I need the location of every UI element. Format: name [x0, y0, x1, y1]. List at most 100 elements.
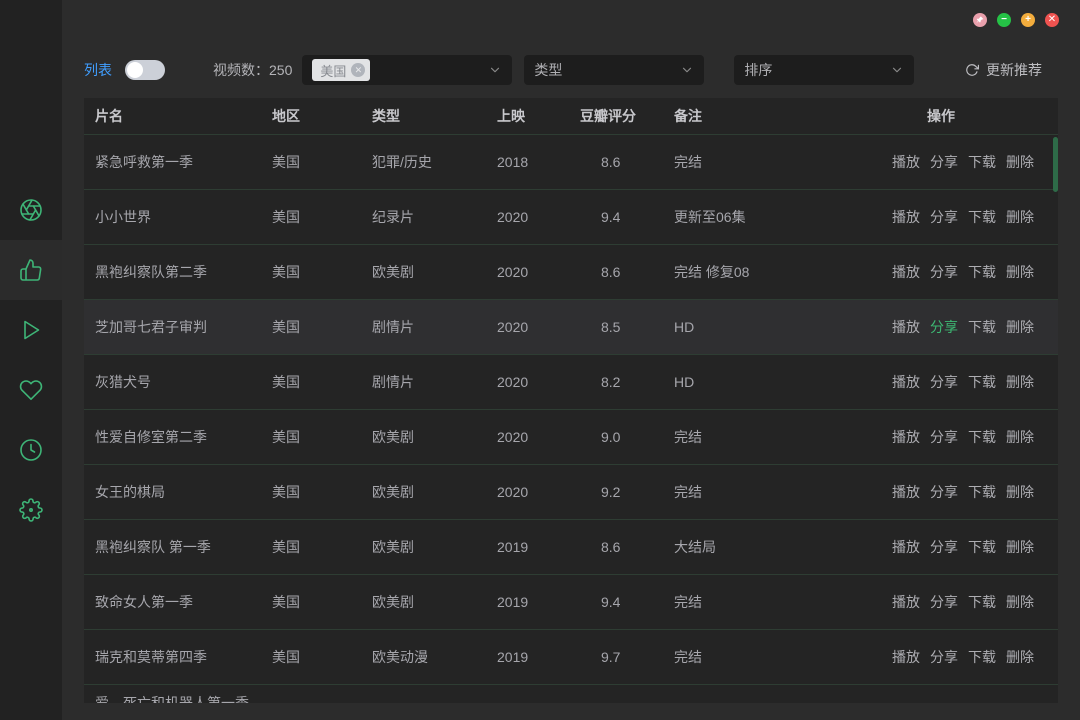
- cell-type: 剧情片: [372, 317, 497, 337]
- cell-region: 美国: [272, 537, 372, 557]
- play-action[interactable]: 播放: [892, 592, 920, 612]
- download-action[interactable]: 下载: [968, 262, 996, 282]
- table-row[interactable]: 黑袍纠察队第二季 美国 欧美剧 2020 8.6 完结 修复08 播放分享下载删…: [84, 245, 1058, 300]
- download-action[interactable]: 下载: [968, 427, 996, 447]
- download-action[interactable]: 下载: [968, 482, 996, 502]
- delete-action[interactable]: 删除: [1006, 372, 1034, 392]
- play-action[interactable]: 播放: [892, 647, 920, 667]
- play-action[interactable]: 播放: [892, 262, 920, 282]
- cell-year: 2020: [497, 374, 580, 390]
- cell-note: 完结: [674, 482, 854, 502]
- share-action[interactable]: 分享: [930, 262, 958, 282]
- download-action[interactable]: 下载: [968, 317, 996, 337]
- sort-filter-label: 排序: [744, 60, 772, 80]
- sidebar-item-history[interactable]: [0, 420, 62, 480]
- cell-region: 美国: [272, 262, 372, 282]
- share-action[interactable]: 分享: [930, 647, 958, 667]
- refresh-recommend-button[interactable]: 更新推荐: [965, 60, 1042, 80]
- table-row[interactable]: 灰猎犬号 美国 剧情片 2020 8.2 HD 播放分享下载删除: [84, 355, 1058, 410]
- tag-close-icon[interactable]: ✕: [351, 63, 365, 77]
- delete-action[interactable]: 删除: [1006, 482, 1034, 502]
- delete-action[interactable]: 删除: [1006, 427, 1034, 447]
- play-action[interactable]: 播放: [892, 207, 920, 227]
- delete-action[interactable]: 删除: [1006, 262, 1034, 282]
- download-action[interactable]: 下载: [968, 152, 996, 172]
- sidebar-item-settings[interactable]: [0, 480, 62, 540]
- cell-title: 黑袍纠察队第二季: [84, 262, 272, 282]
- region-filter-select[interactable]: 美国 ✕: [302, 55, 512, 85]
- play-action[interactable]: 播放: [892, 482, 920, 502]
- share-action[interactable]: 分享: [930, 207, 958, 227]
- cell-title: 紧急呼救第一季: [84, 152, 272, 172]
- list-view-label[interactable]: 列表: [84, 60, 112, 80]
- download-action[interactable]: 下载: [968, 207, 996, 227]
- share-action[interactable]: 分享: [930, 152, 958, 172]
- play-action[interactable]: 播放: [892, 317, 920, 337]
- sidebar-item-player[interactable]: [0, 300, 62, 360]
- cell-region: 美国: [272, 592, 372, 612]
- table-row[interactable]: 性爱自修室第二季 美国 欧美剧 2020 9.0 完结 播放分享下载删除: [84, 410, 1058, 465]
- share-action[interactable]: 分享: [930, 592, 958, 612]
- maximize-button[interactable]: +: [1021, 13, 1035, 27]
- sort-filter-select[interactable]: 排序: [734, 55, 914, 85]
- table-row[interactable]: 爱，死亡和机器人第一季: [84, 685, 1058, 703]
- cell-region: 美国: [272, 482, 372, 502]
- cell-rating: 8.2: [580, 374, 674, 390]
- view-toggle-switch[interactable]: [125, 60, 165, 80]
- clock-icon: [19, 438, 43, 462]
- delete-action[interactable]: 删除: [1006, 152, 1034, 172]
- type-filter-select[interactable]: 类型: [524, 55, 704, 85]
- delete-action[interactable]: 删除: [1006, 592, 1034, 612]
- scrollbar-thumb[interactable]: [1053, 137, 1058, 192]
- delete-action[interactable]: 删除: [1006, 537, 1034, 557]
- share-action[interactable]: 分享: [930, 482, 958, 502]
- cell-actions: 播放分享下载删除: [854, 592, 1058, 612]
- download-action[interactable]: 下载: [968, 647, 996, 667]
- cell-type: 欧美剧: [372, 592, 497, 612]
- sidebar-item-discover[interactable]: [0, 180, 62, 240]
- play-action[interactable]: 播放: [892, 427, 920, 447]
- table-row[interactable]: 小小世界 美国 纪录片 2020 9.4 更新至06集 播放分享下载删除: [84, 190, 1058, 245]
- close-button[interactable]: ✕: [1045, 13, 1059, 27]
- table-row[interactable]: 瑞克和莫蒂第四季 美国 欧美动漫 2019 9.7 完结 播放分享下载删除: [84, 630, 1058, 685]
- download-action[interactable]: 下载: [968, 537, 996, 557]
- cell-region: 美国: [272, 207, 372, 227]
- table-row[interactable]: 黑袍纠察队 第一季 美国 欧美剧 2019 8.6 大结局 播放分享下载删除: [84, 520, 1058, 575]
- minimize-button[interactable]: −: [997, 13, 1011, 27]
- sidebar-item-recommend[interactable]: [0, 240, 62, 300]
- table-row[interactable]: 女王的棋局 美国 欧美剧 2020 9.2 完结 播放分享下载删除: [84, 465, 1058, 520]
- cell-title: 瑞克和莫蒂第四季: [84, 647, 272, 667]
- cell-rating: 9.4: [580, 209, 674, 225]
- delete-action[interactable]: 删除: [1006, 207, 1034, 227]
- delete-action[interactable]: 删除: [1006, 317, 1034, 337]
- video-count-label: 视频数：250: [213, 60, 292, 80]
- table-row[interactable]: 致命女人第一季 美国 欧美剧 2019 9.4 完结 播放分享下载删除: [84, 575, 1058, 630]
- cell-year: 2020: [497, 429, 580, 445]
- share-action[interactable]: 分享: [930, 317, 958, 337]
- window-controls: − + ✕: [973, 13, 1059, 27]
- share-action[interactable]: 分享: [930, 537, 958, 557]
- table-row[interactable]: 紧急呼救第一季 美国 犯罪/历史 2018 8.6 完结 播放分享下载删除: [84, 135, 1058, 190]
- cell-rating: 8.6: [580, 154, 674, 170]
- sidebar-item-favorites[interactable]: [0, 360, 62, 420]
- pin-button[interactable]: [973, 13, 987, 27]
- cell-actions: 播放分享下载删除: [854, 152, 1058, 172]
- download-action[interactable]: 下载: [968, 592, 996, 612]
- download-action[interactable]: 下载: [968, 372, 996, 392]
- share-action[interactable]: 分享: [930, 427, 958, 447]
- cell-year: 2019: [497, 649, 580, 665]
- cell-region: 美国: [272, 317, 372, 337]
- cell-note: 完结: [674, 427, 854, 447]
- cell-title: 致命女人第一季: [84, 592, 272, 612]
- region-tag: 美国 ✕: [312, 59, 370, 81]
- chevron-down-icon: [488, 63, 502, 77]
- cell-year: 2020: [497, 264, 580, 280]
- table-body: 紧急呼救第一季 美国 犯罪/历史 2018 8.6 完结 播放分享下载删除 小小…: [84, 135, 1058, 703]
- share-action[interactable]: 分享: [930, 372, 958, 392]
- chevron-down-icon: [680, 63, 694, 77]
- play-action[interactable]: 播放: [892, 537, 920, 557]
- delete-action[interactable]: 删除: [1006, 647, 1034, 667]
- table-row[interactable]: 芝加哥七君子审判 美国 剧情片 2020 8.5 HD 播放分享下载删除: [84, 300, 1058, 355]
- play-action[interactable]: 播放: [892, 152, 920, 172]
- play-action[interactable]: 播放: [892, 372, 920, 392]
